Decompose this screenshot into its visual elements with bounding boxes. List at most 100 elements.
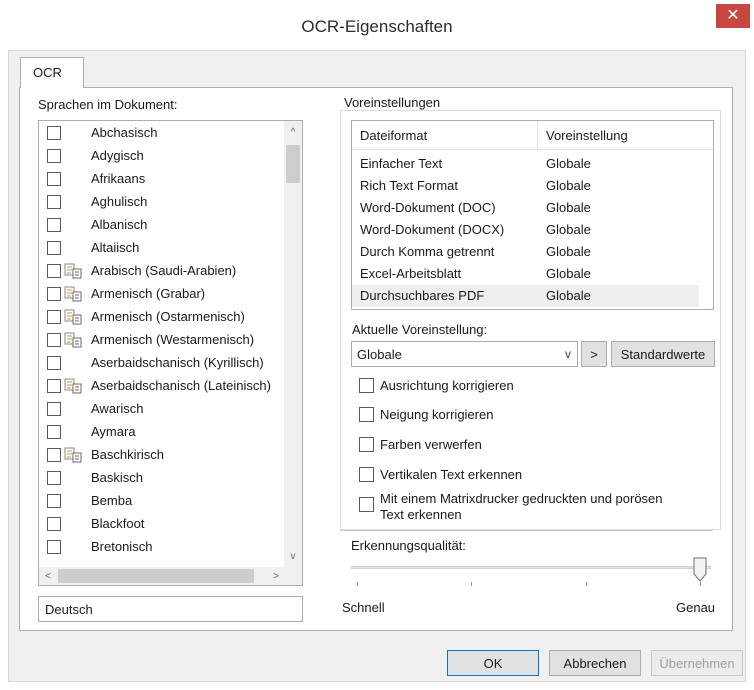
table-row[interactable]: Durch Komma getrennt Globale	[352, 241, 699, 263]
language-checkbox[interactable]	[47, 126, 61, 140]
language-list-item[interactable]: Baschkirisch	[39, 444, 285, 467]
tab-ocr[interactable]: OCR	[20, 57, 84, 88]
language-list-item[interactable]: Aghulisch	[39, 191, 285, 214]
slider-tick	[357, 582, 358, 586]
language-checkbox[interactable]	[47, 333, 61, 347]
language-name: Aymara	[91, 424, 136, 439]
language-checkbox[interactable]	[47, 195, 61, 209]
defaults-button[interactable]: Standardwerte	[611, 341, 715, 367]
language-name: Aghulisch	[91, 194, 148, 209]
table-row[interactable]: Word-Dokument (DOC) Globale	[352, 197, 699, 219]
language-list-item[interactable]: Arabisch (Saudi-Arabien)	[39, 260, 285, 283]
scrollbar-corner	[284, 567, 302, 585]
scroll-left-icon[interactable]: <	[39, 567, 57, 585]
preset-cell: Globale	[546, 178, 591, 193]
current-preset-label: Aktuelle Voreinstellung:	[352, 322, 488, 337]
selected-languages-field[interactable]: Deutsch	[38, 596, 303, 622]
language-checkbox[interactable]	[47, 356, 61, 370]
language-list-item[interactable]: Altaiisch	[39, 237, 285, 260]
scroll-right-icon[interactable]: >	[267, 567, 285, 585]
language-list-item[interactable]: Aymara	[39, 421, 285, 444]
language-checkbox[interactable]	[47, 494, 61, 508]
scroll-down-icon[interactable]: v	[284, 547, 302, 565]
vertical-text-checkbox[interactable]	[359, 467, 374, 482]
slider-tick	[586, 582, 587, 586]
language-checkbox[interactable]	[47, 379, 61, 393]
discard-colors-checkbox[interactable]	[359, 437, 374, 452]
edit-preset-button[interactable]: >	[581, 341, 607, 367]
vertical-text-label: Vertikalen Text erkennen	[380, 467, 523, 482]
file-format-cell: Durch Komma getrennt	[360, 244, 495, 259]
preset-cell: Globale	[546, 288, 591, 303]
language-list-item[interactable]: Bemba	[39, 490, 285, 513]
language-checkbox[interactable]	[47, 172, 61, 186]
language-checkbox[interactable]	[47, 218, 61, 232]
language-checkbox[interactable]	[47, 287, 61, 301]
language-checkbox[interactable]	[47, 149, 61, 163]
preset-cell: Globale	[546, 244, 591, 259]
cancel-button-label: Abbrechen	[563, 655, 627, 671]
language-list-item[interactable]: Aserbaidschanisch (Kyrillisch)	[39, 352, 285, 375]
language-list-item[interactable]: Adygisch	[39, 145, 285, 168]
language-checkbox[interactable]	[47, 517, 61, 531]
language-name: Afrikaans	[91, 171, 146, 186]
preset-cell: Globale	[546, 222, 591, 237]
dot-matrix-checkbox[interactable]	[359, 497, 374, 512]
language-checkbox[interactable]	[47, 241, 61, 255]
file-format-cell: Excel-Arbeitsblatt	[360, 266, 462, 281]
presets-table[interactable]: Dateiformat Voreinstellung Einfacher Tex…	[351, 120, 714, 310]
vertical-scroll-thumb[interactable]	[286, 145, 300, 183]
languages-vertical-scrollbar[interactable]: ^ v	[284, 121, 302, 567]
file-format-cell: Word-Dokument (DOCX)	[360, 222, 505, 237]
column-header-voreinstellung[interactable]: Voreinstellung	[546, 128, 628, 143]
language-checkbox[interactable]	[47, 264, 61, 278]
language-list-item[interactable]: Albanisch	[39, 214, 285, 237]
dot-matrix-label-line2: Text erkennen	[380, 507, 462, 522]
table-row[interactable]: Durchsuchbares PDF Globale	[352, 285, 699, 307]
language-name: Baschkirisch	[91, 447, 164, 462]
file-format-cell: Durchsuchbares PDF	[360, 288, 485, 303]
languages-horizontal-scrollbar[interactable]: < >	[39, 567, 285, 585]
table-row[interactable]: Einfacher Text Globale	[352, 153, 699, 175]
language-checkbox[interactable]	[47, 402, 61, 416]
table-row[interactable]: Excel-Arbeitsblatt Globale	[352, 263, 699, 285]
language-list-item[interactable]: Abchasisch	[39, 122, 285, 145]
quality-slider-thumb[interactable]	[693, 557, 707, 582]
horizontal-scroll-thumb[interactable]	[58, 569, 254, 583]
language-checkbox[interactable]	[47, 471, 61, 485]
scroll-up-icon[interactable]: ^	[284, 123, 302, 141]
preset-cell: Globale	[546, 156, 591, 171]
tab-ocr-label: OCR	[33, 65, 62, 80]
presets-table-header: Dateiformat Voreinstellung	[352, 121, 713, 150]
language-checkbox[interactable]	[47, 310, 61, 324]
language-list-item[interactable]: Baskisch	[39, 467, 285, 490]
fix-skew-checkbox[interactable]	[359, 407, 374, 422]
language-list-item[interactable]: Afrikaans	[39, 168, 285, 191]
current-preset-select[interactable]: Globale v	[351, 341, 578, 367]
language-name: Baskisch	[91, 470, 144, 485]
language-list-item[interactable]: Armenisch (Ostarmenisch)	[39, 306, 285, 329]
language-checkbox[interactable]	[47, 448, 61, 462]
language-name: Abchasisch	[91, 125, 158, 140]
column-header-dateiformat[interactable]: Dateiformat	[360, 128, 427, 143]
fix-orientation-label: Ausrichtung korrigieren	[380, 378, 514, 393]
language-list-item[interactable]: Armenisch (Westarmenisch)	[39, 329, 285, 352]
table-row[interactable]: Word-Dokument (DOCX) Globale	[352, 219, 699, 241]
fix-orientation-checkbox[interactable]	[359, 378, 374, 393]
language-list-item[interactable]: Armenisch (Grabar)	[39, 283, 285, 306]
language-checkbox[interactable]	[47, 540, 61, 554]
language-name: Altaiisch	[91, 240, 140, 255]
table-row[interactable]: Rich Text Format Globale	[352, 175, 699, 197]
languages-listbox[interactable]: Abchasisch Adygisch Afrikaans Aghulisch Alba…	[38, 120, 303, 586]
language-list-item[interactable]: Aserbaidschanisch (Lateinisch)	[39, 375, 285, 398]
language-list-item[interactable]: Awarisch	[39, 398, 285, 421]
cancel-button[interactable]: Abbrechen	[549, 650, 641, 676]
language-checkbox[interactable]	[47, 425, 61, 439]
language-list-item[interactable]: Bretonisch	[39, 536, 285, 559]
quality-slider-track[interactable]	[351, 566, 711, 569]
apply-button[interactable]: Übernehmen	[651, 650, 743, 676]
close-button[interactable]: ✕	[716, 4, 750, 28]
language-name: Blackfoot	[91, 516, 145, 531]
language-list-item[interactable]: Blackfoot	[39, 513, 285, 536]
ok-button[interactable]: OK	[447, 650, 539, 676]
